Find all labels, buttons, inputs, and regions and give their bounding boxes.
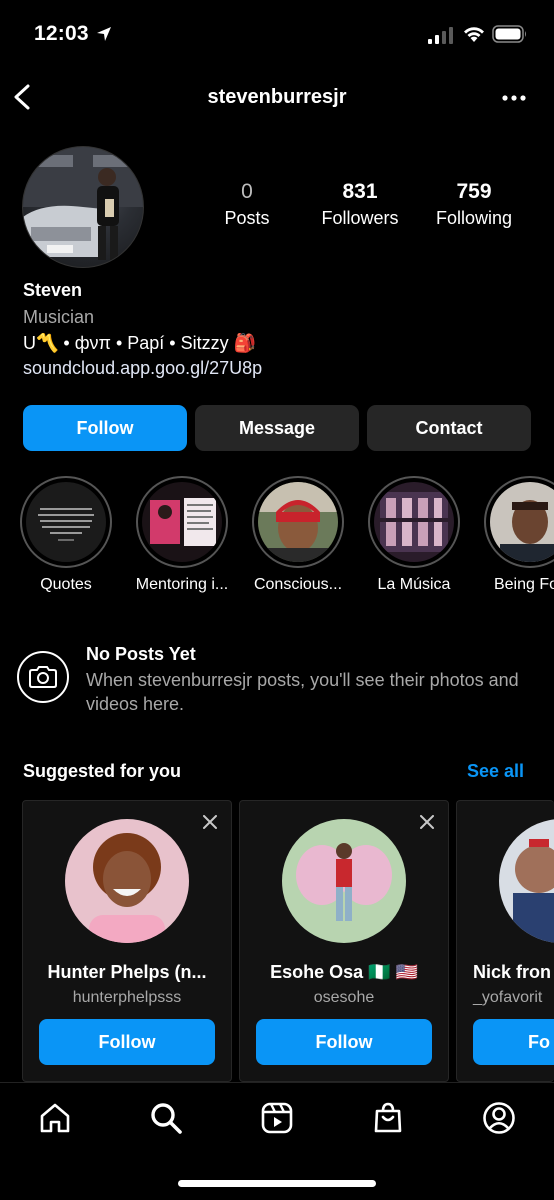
reels-icon[interactable] bbox=[260, 1101, 294, 1135]
message-button[interactable]: Message bbox=[195, 405, 359, 451]
stat-value: 0 bbox=[241, 180, 253, 203]
battery-icon bbox=[492, 25, 526, 43]
profile-icon[interactable] bbox=[482, 1101, 516, 1135]
highlight-label: La Música bbox=[377, 576, 451, 593]
suggested-follow-button[interactable]: Follow bbox=[256, 1019, 432, 1065]
camera-icon bbox=[29, 666, 57, 688]
highlight-cover bbox=[258, 482, 338, 562]
close-icon[interactable] bbox=[203, 815, 217, 829]
profile-category: Musician bbox=[23, 307, 95, 327]
profile-bio: U〽️ • фνπ • Papí • Sitzzy 🎒 bbox=[23, 333, 256, 353]
suggested-avatar[interactable] bbox=[282, 819, 406, 943]
no-posts-title: No Posts Yet bbox=[86, 644, 196, 664]
see-all-link[interactable]: See all bbox=[467, 761, 524, 782]
suggested-card[interactable]: Nick fron _yofavorit Fo bbox=[456, 800, 554, 1082]
cellular-signal-icon bbox=[428, 27, 453, 44]
highlight-label: Being Foc bbox=[493, 576, 554, 593]
suggested-handle: _yofavorit bbox=[473, 989, 543, 1006]
stat-posts[interactable]: 0 Posts bbox=[187, 180, 307, 229]
stat-followers[interactable]: 831 Followers bbox=[300, 180, 420, 229]
suggested-handle: hunterphelpsss bbox=[72, 989, 182, 1006]
stat-value: 831 bbox=[342, 180, 378, 203]
highlight-la-musica[interactable]: La Música bbox=[359, 476, 469, 594]
status-time: 12:03 bbox=[34, 22, 89, 45]
suggested-name: Esohe Osa 🇳🇬 🇺🇸 bbox=[270, 962, 418, 982]
home-icon[interactable] bbox=[38, 1101, 72, 1135]
suggested-card[interactable]: Esohe Osa 🇳🇬 🇺🇸 osesohe Follow bbox=[239, 800, 449, 1082]
suggested-title: Suggested for you bbox=[23, 761, 182, 781]
highlight-mentoring[interactable]: Mentoring i... bbox=[127, 476, 237, 594]
no-posts-text: When stevenburresjr posts, you'll see th… bbox=[86, 670, 519, 714]
highlight-ring bbox=[20, 476, 112, 568]
highlight-conscious[interactable]: Conscious... bbox=[243, 476, 353, 594]
highlight-cover bbox=[490, 482, 554, 562]
suggested-follow-button[interactable]: Follow bbox=[39, 1019, 215, 1065]
suggested-avatar[interactable] bbox=[499, 819, 554, 943]
stat-following[interactable]: 759 Following bbox=[414, 180, 534, 229]
wifi-icon bbox=[464, 27, 484, 42]
status-bar: 12:03 bbox=[0, 0, 554, 70]
search-icon[interactable] bbox=[149, 1101, 183, 1135]
profile-avatar[interactable] bbox=[22, 146, 144, 268]
highlight-label: Conscious... bbox=[253, 576, 343, 593]
stat-label: Following bbox=[435, 208, 513, 228]
suggested-avatar[interactable] bbox=[65, 819, 189, 943]
highlight-ring bbox=[484, 476, 554, 568]
stat-value: 759 bbox=[456, 180, 492, 203]
highlight-ring bbox=[368, 476, 460, 568]
camera-circle bbox=[17, 651, 69, 703]
highlight-ring bbox=[252, 476, 344, 568]
profile-link[interactable]: soundcloud.app.goo.gl/27U8p bbox=[23, 358, 262, 379]
suggested-card[interactable]: Hunter Phelps (n... hunterphelpsss Follo… bbox=[22, 800, 232, 1082]
suggested-name: Nick fron bbox=[473, 962, 552, 982]
profile-username: stevenburresjr bbox=[207, 86, 347, 108]
profile-name: Steven bbox=[23, 280, 83, 300]
story-highlights: Quotes Mentoring i... Conscious... La Mú… bbox=[0, 476, 554, 596]
highlight-quotes[interactable]: Quotes bbox=[11, 476, 121, 594]
highlight-label: Quotes bbox=[40, 576, 92, 593]
highlight-label: Mentoring i... bbox=[135, 576, 229, 593]
avatar-photo bbox=[23, 147, 143, 260]
suggested-follow-button[interactable]: Fo bbox=[473, 1019, 554, 1065]
more-options-icon[interactable] bbox=[500, 91, 528, 105]
profile-stats: 0 Posts 831 Followers 759 Following bbox=[200, 180, 540, 240]
shop-icon[interactable] bbox=[371, 1101, 405, 1135]
highlight-cover bbox=[374, 482, 454, 562]
home-indicator bbox=[178, 1180, 376, 1187]
suggested-name: Hunter Phelps (n... bbox=[47, 962, 207, 982]
highlight-cover bbox=[26, 482, 106, 562]
highlight-ring bbox=[136, 476, 228, 568]
stat-label: Followers bbox=[321, 208, 399, 228]
close-icon[interactable] bbox=[420, 815, 434, 829]
highlight-cover bbox=[142, 482, 222, 562]
follow-button[interactable]: Follow bbox=[23, 405, 187, 451]
contact-button[interactable]: Contact bbox=[367, 405, 531, 451]
stat-label: Posts bbox=[224, 208, 270, 228]
highlight-being-focused[interactable]: Being Foc bbox=[475, 476, 554, 594]
location-arrow-icon bbox=[97, 27, 111, 41]
suggested-handle: osesohe bbox=[313, 989, 375, 1006]
